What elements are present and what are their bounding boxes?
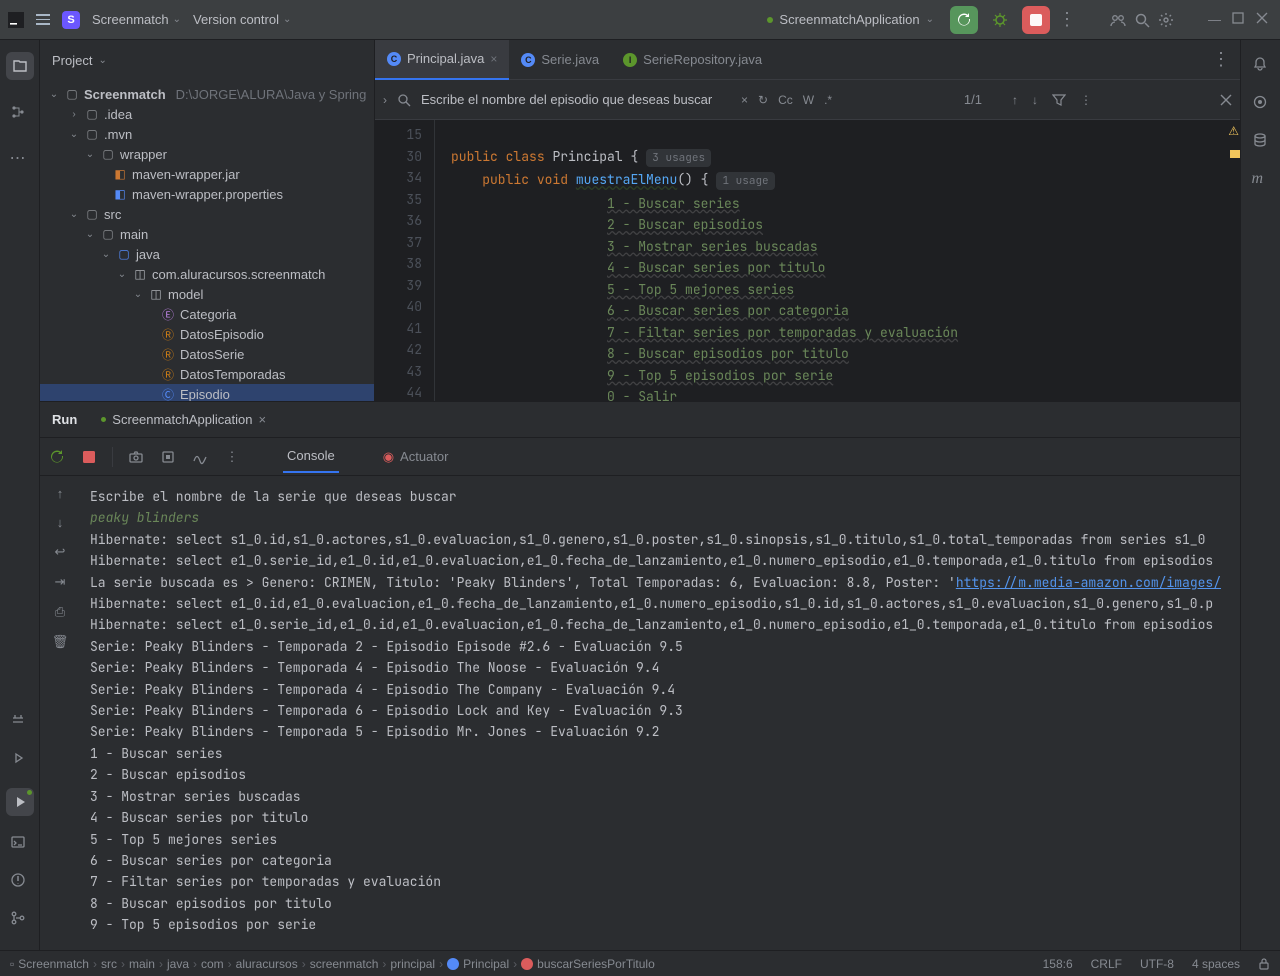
project-panel: Project⌄ ⌄▢ScreenmatchD:\JORGE\ALURA\Jav…	[40, 40, 375, 401]
left-tool-rail: ⋯	[0, 40, 40, 950]
find-case-toggle[interactable]: Cc	[778, 93, 793, 107]
find-next-icon[interactable]: ↓	[1032, 93, 1038, 107]
settings-icon[interactable]	[1158, 12, 1174, 28]
find-prev-icon[interactable]: ↑	[1012, 93, 1018, 107]
run-panel-title: Run	[52, 412, 77, 427]
git-tool-icon[interactable]	[10, 910, 30, 930]
print-icon[interactable]: ⎙	[55, 604, 65, 620]
find-regex-toggle[interactable]: .*	[824, 93, 832, 107]
statusbar: ▫Screenmatch› src› main› java› com› alur…	[0, 950, 1280, 976]
stop-run-icon[interactable]	[80, 448, 98, 466]
close-window-icon[interactable]	[1256, 12, 1272, 28]
editor-panel: CPrincipal.java× CSerie.java ISerieRepos…	[375, 40, 1240, 401]
project-panel-header[interactable]: Project⌄	[40, 40, 374, 80]
close-tab-icon[interactable]: ×	[490, 52, 497, 66]
tab-options-icon[interactable]: ⋮	[1202, 49, 1240, 70]
cursor-pos[interactable]: 158:6	[1043, 957, 1073, 971]
scroll-up-icon[interactable]: ↑	[57, 486, 64, 501]
camera-icon[interactable]	[127, 448, 145, 466]
editor-tab-principal[interactable]: CPrincipal.java×	[375, 40, 509, 80]
indent-status[interactable]: 4 spaces	[1192, 957, 1240, 971]
find-search-icon	[397, 93, 411, 107]
heap-icon[interactable]	[159, 448, 177, 466]
find-collapse-icon[interactable]: ›	[383, 93, 387, 107]
rerun-button[interactable]	[950, 6, 978, 34]
find-filter-icon[interactable]	[1052, 93, 1066, 107]
services-tool-icon[interactable]	[10, 750, 30, 770]
find-input[interactable]: Escribe el nombre del episodio que desea…	[421, 92, 731, 107]
find-history-icon[interactable]: ↻	[758, 93, 768, 107]
line-separator[interactable]: CRLF	[1091, 957, 1122, 971]
encoding[interactable]: UTF-8	[1140, 957, 1174, 971]
problems-tool-icon[interactable]	[10, 872, 30, 892]
find-bar: › Escribe el nombre del episodio que des…	[375, 80, 1240, 120]
more-actions-icon[interactable]: ⋮	[1058, 9, 1076, 30]
close-run-tab-icon[interactable]: ×	[258, 412, 266, 427]
project-badge[interactable]: S	[62, 11, 80, 29]
console-side-icons: ↑ ↓ ↩ ⇥ ⎙ 🗑	[40, 476, 80, 950]
editor-tab-repo[interactable]: ISerieRepository.java	[611, 40, 774, 80]
find-more-icon[interactable]: ⋮	[1080, 93, 1092, 107]
search-everywhere-icon[interactable]	[1134, 12, 1150, 28]
maven-icon[interactable]: m	[1252, 170, 1270, 188]
find-count: 1/1	[964, 92, 982, 107]
error-stripe[interactable]: ⚠	[1228, 120, 1240, 401]
actuator-tab[interactable]: ◉Actuator	[383, 449, 449, 465]
project-selector[interactable]: Screenmatch⌄	[92, 12, 181, 27]
run-tool-icon[interactable]	[6, 788, 34, 816]
find-word-toggle[interactable]: W	[803, 93, 814, 107]
find-close-icon[interactable]	[1220, 94, 1232, 106]
code-editor[interactable]: 15303435363738394041424344 public class …	[375, 120, 1240, 401]
vcs-menu[interactable]: Version control⌄	[193, 12, 291, 27]
right-tool-rail: m	[1240, 40, 1280, 950]
bookmarks-tool-icon[interactable]	[10, 712, 30, 732]
run-config-selector[interactable]: ScreenmatchApplication⌄	[759, 8, 942, 31]
terminal-tool-icon[interactable]	[10, 834, 30, 854]
soft-wrap-icon[interactable]: ↩	[55, 544, 66, 560]
scroll-to-end-icon[interactable]: ⇥	[55, 574, 66, 590]
project-tree[interactable]: ⌄▢ScreenmatchD:\JORGE\ALURA\Java y Sprin…	[40, 80, 374, 401]
titlebar: S Screenmatch⌄ Version control⌄ Screenma…	[0, 0, 1280, 40]
main-menu-icon[interactable]	[36, 14, 50, 25]
editor-tabs: CPrincipal.java× CSerie.java ISerieRepos…	[375, 40, 1240, 80]
stop-button[interactable]	[1022, 6, 1050, 34]
readonly-icon[interactable]	[1258, 958, 1270, 970]
structure-tool-icon[interactable]	[10, 104, 30, 124]
warning-icon[interactable]: ⚠	[1228, 124, 1239, 138]
breadcrumb[interactable]: ▫Screenmatch› src› main› java› com› alur…	[10, 957, 655, 971]
console-tab[interactable]: Console	[283, 440, 339, 473]
project-tool-icon[interactable]	[6, 52, 34, 80]
ai-assistant-icon[interactable]	[1252, 94, 1270, 112]
code-with-me-icon[interactable]	[1110, 12, 1126, 28]
run-panel: Run ScreenmatchApplication× ⋮ Console ◉A…	[40, 402, 1240, 950]
scroll-down-icon[interactable]: ↓	[57, 515, 64, 530]
debug-button[interactable]	[986, 6, 1014, 34]
clear-icon[interactable]: 🗑	[52, 634, 69, 650]
editor-tab-serie[interactable]: CSerie.java	[509, 40, 611, 80]
more-tool-icon[interactable]: ⋯	[10, 148, 30, 168]
console-output[interactable]: Escribe el nombre de la serie que deseas…	[80, 476, 1240, 950]
more-run-icon[interactable]: ⋮	[223, 448, 241, 466]
database-icon[interactable]	[1252, 132, 1270, 150]
find-clear-icon[interactable]: ×	[741, 93, 748, 107]
maximize-window-icon[interactable]	[1232, 12, 1248, 28]
notifications-icon[interactable]	[1252, 56, 1270, 74]
rerun-icon[interactable]	[48, 448, 66, 466]
minimize-window-icon[interactable]: —	[1208, 12, 1224, 28]
run-tab[interactable]: ScreenmatchApplication×	[93, 408, 274, 431]
profiler-icon[interactable]	[191, 448, 209, 466]
gutter: 15303435363738394041424344	[375, 120, 435, 401]
ide-logo-icon[interactable]	[8, 12, 24, 28]
